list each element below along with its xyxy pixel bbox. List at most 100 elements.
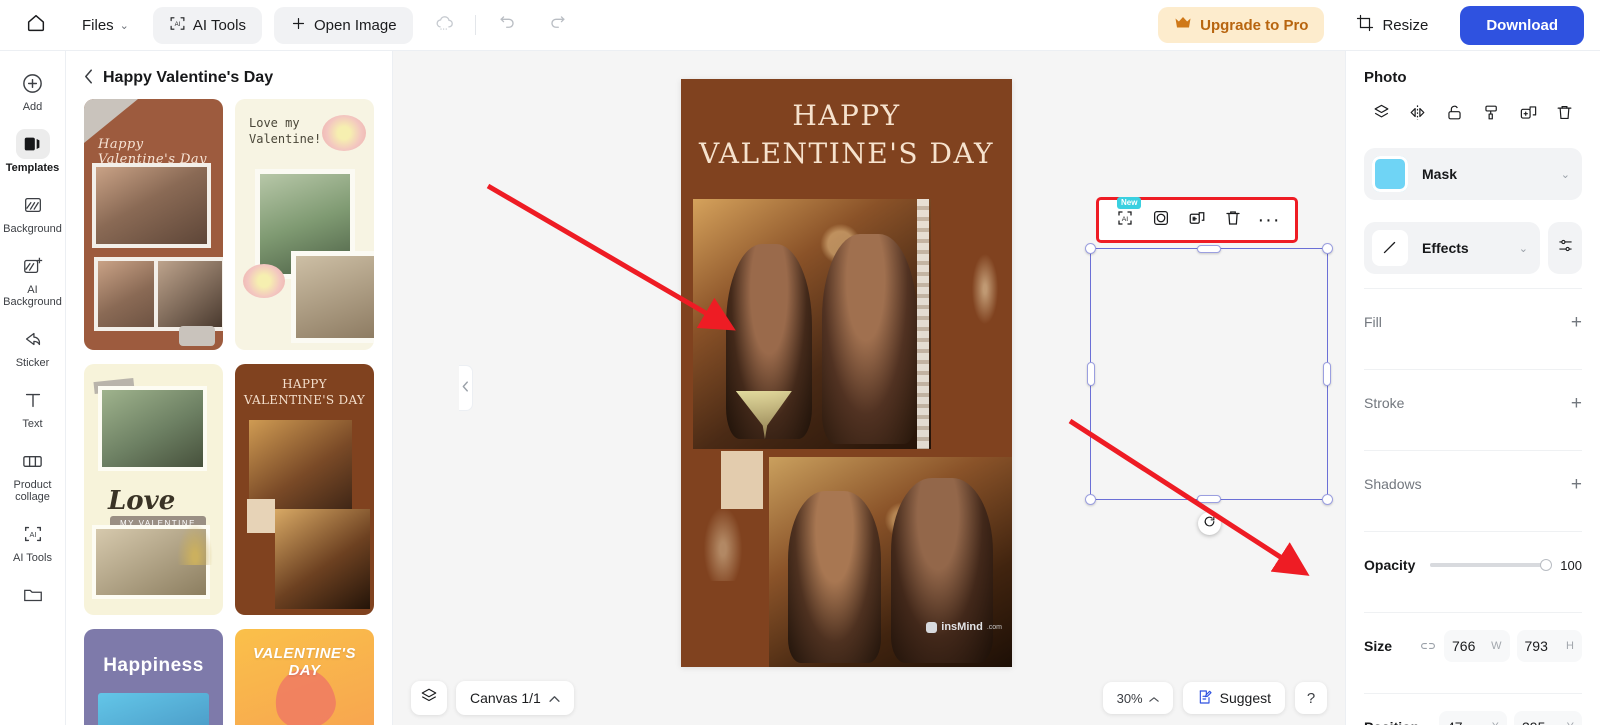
top-toolbar: Files ⌄ AI AI Tools Open Image Upgrade t… <box>0 0 1600 51</box>
flip-button[interactable] <box>1403 100 1433 130</box>
opacity-slider[interactable] <box>1430 559 1552 571</box>
delete-button[interactable] <box>1550 100 1580 130</box>
sticker-icon <box>16 324 50 354</box>
resize-handle-left[interactable] <box>1087 362 1095 386</box>
cloud-sync-button[interactable] <box>427 7 463 43</box>
chevron-up-icon <box>549 690 560 706</box>
branch-decoration <box>701 501 745 581</box>
mask-selector[interactable]: Mask ⌄ <box>1364 148 1582 200</box>
lock-button[interactable] <box>1440 100 1470 130</box>
folder-icon <box>16 580 50 610</box>
files-menu-button[interactable]: Files ⌄ <box>70 11 141 40</box>
artboard-heading-line2: VALENTINE'S DAY <box>698 137 995 170</box>
template-card[interactable]: HAPPY VALENTINE'S DAY <box>235 364 374 615</box>
panel-collapse-button[interactable] <box>459 365 473 411</box>
position-y-value: 395 <box>1522 719 1567 725</box>
redo-button[interactable] <box>540 7 576 43</box>
more-options-button[interactable]: ··· <box>1253 206 1285 234</box>
ai-tool-button[interactable]: New AI <box>1109 197 1142 234</box>
template-card[interactable]: Happy Valentine's Day <box>84 99 223 350</box>
stroke-section: Stroke + <box>1364 370 1582 436</box>
canvas-area[interactable]: HAPPY VALENTINE'S DAY insMind .com New A… <box>393 51 1345 725</box>
delete-button[interactable] <box>1217 206 1249 234</box>
position-y-unit: Y <box>1567 721 1574 725</box>
home-icon <box>25 12 47 39</box>
artboard-photo-top[interactable] <box>693 199 931 449</box>
sidebar-item-add[interactable]: Add <box>3 61 63 120</box>
effects-label: Effects <box>1422 240 1469 256</box>
size-width-unit: W <box>1491 640 1502 652</box>
lock-icon <box>1445 103 1464 127</box>
resize-handle-bottom-right[interactable] <box>1322 494 1333 505</box>
sidebar-item-product-collage[interactable]: Product collage <box>3 439 63 510</box>
ai-icon: AI <box>169 15 186 36</box>
home-button[interactable] <box>16 5 56 45</box>
sidebar-item-sticker[interactable]: Sticker <box>3 317 63 376</box>
sidebar-item-ai-tools[interactable]: AI AI Tools <box>3 512 63 571</box>
canvas-pages-button[interactable]: Canvas 1/1 <box>456 681 574 715</box>
template-card[interactable]: Love my Valentine! <box>235 99 374 350</box>
resize-handle-top-left[interactable] <box>1085 243 1096 254</box>
resize-handle-right[interactable] <box>1323 362 1331 386</box>
effects-selector[interactable]: Effects ⌄ <box>1364 222 1540 274</box>
resize-handle-top-right[interactable] <box>1322 243 1333 254</box>
link-icon[interactable] <box>1419 640 1437 652</box>
rotate-handle[interactable] <box>1198 512 1221 535</box>
size-row: Size 766 W 793 H <box>1364 613 1582 679</box>
layer-order-button[interactable] <box>1366 100 1396 130</box>
resize-button[interactable]: Resize <box>1342 5 1442 45</box>
trash-icon <box>1555 103 1574 127</box>
add-shadow-button[interactable]: + <box>1571 475 1582 494</box>
effects-preview <box>1372 230 1408 266</box>
ai-tools-button[interactable]: AI AI Tools <box>152 6 262 44</box>
chevron-left-icon <box>462 381 469 395</box>
sidebar-item-templates[interactable]: Templates <box>3 122 63 181</box>
duplicate-button[interactable] <box>1181 206 1213 234</box>
selection-bounding-box[interactable] <box>1085 243 1333 505</box>
grid-decoration <box>247 499 275 533</box>
artboard-heading-line1: HAPPY <box>792 99 901 132</box>
sidebar-item-background[interactable]: Background <box>3 183 63 242</box>
zoom-control[interactable]: 30% <box>1102 682 1173 714</box>
size-width-input[interactable]: 766 W <box>1444 630 1510 662</box>
new-badge: New <box>1117 197 1142 209</box>
artboard-photo-bottom[interactable] <box>769 457 1012 667</box>
format-painter-button[interactable] <box>1476 100 1506 130</box>
suggest-button[interactable]: Suggest <box>1182 682 1285 714</box>
undo-button[interactable] <box>490 7 526 43</box>
position-x-input[interactable]: 47 X <box>1439 711 1507 725</box>
download-button[interactable]: Download <box>1460 5 1584 45</box>
duplicate-button[interactable] <box>1513 100 1543 130</box>
effects-settings-button[interactable] <box>1548 222 1582 274</box>
add-fill-button[interactable]: + <box>1571 313 1582 332</box>
layers-button[interactable] <box>411 681 447 715</box>
template-card[interactable]: VALENTINE'S DAY <box>235 629 374 725</box>
template-card[interactable]: Happiness <box>84 629 223 725</box>
sidebar-item-text[interactable]: Text <box>3 378 63 437</box>
resize-handle-bottom-left[interactable] <box>1085 494 1096 505</box>
ellipsis-icon: ··· <box>1257 209 1281 231</box>
sidebar-item-ai-background[interactable]: AI Background <box>3 244 63 315</box>
back-button[interactable] <box>84 69 93 87</box>
photo-subject <box>788 490 881 663</box>
open-image-button[interactable]: Open Image <box>273 6 413 44</box>
upgrade-to-pro-button[interactable]: Upgrade to Pro <box>1158 7 1325 43</box>
opacity-row: Opacity 100 <box>1364 532 1582 598</box>
sidebar-item-more[interactable] <box>3 573 63 617</box>
artboard[interactable]: HAPPY VALENTINE'S DAY insMind .com <box>681 79 1012 667</box>
resize-handle-bottom[interactable] <box>1197 495 1221 503</box>
mask-row: Mask ⌄ <box>1364 148 1582 200</box>
files-label: Files <box>82 16 114 34</box>
size-height-input[interactable]: 793 H <box>1516 630 1582 662</box>
add-stroke-button[interactable]: + <box>1571 394 1582 413</box>
templates-panel-header: Happy Valentine's Day <box>66 51 392 99</box>
properties-panel: Photo Mask ⌄ Effects ⌄ Fill + Stroke + S… <box>1345 51 1600 725</box>
opacity-slider-knob[interactable] <box>1540 559 1552 571</box>
resize-handle-top[interactable] <box>1197 245 1221 253</box>
zoom-level-label: 30% <box>1116 690 1143 706</box>
template-card[interactable]: Love MY VALENTINE <box>84 364 223 615</box>
position-y-input[interactable]: 395 Y <box>1514 711 1582 725</box>
help-button[interactable]: ? <box>1295 682 1327 714</box>
chevron-down-icon: ⌄ <box>1560 168 1570 181</box>
mask-shape-button[interactable] <box>1145 206 1177 234</box>
